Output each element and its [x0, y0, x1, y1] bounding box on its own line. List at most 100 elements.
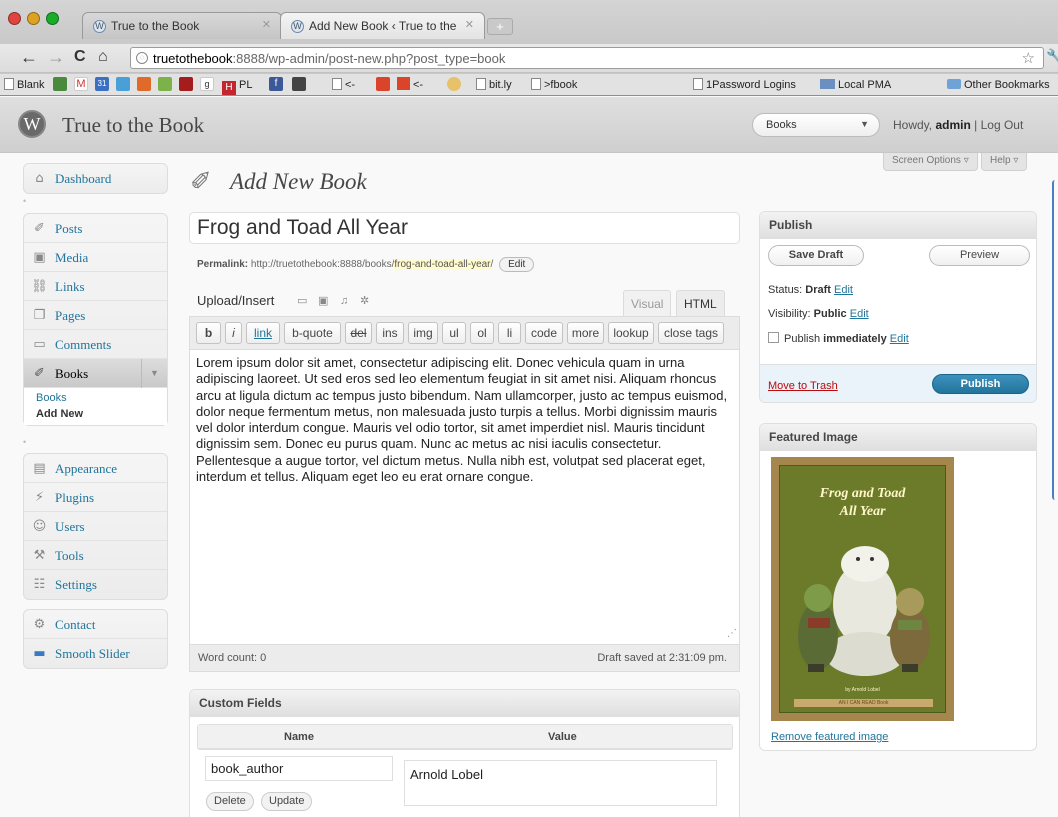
browser-tab-2[interactable]: W Add New Book ‹ True to the ✕ — [280, 12, 485, 39]
add-media-icon[interactable]: ✲ — [360, 295, 373, 307]
quicktag-img-button[interactable]: img — [408, 322, 438, 344]
forward-icon[interactable]: → — [47, 48, 65, 66]
custom-fields-title[interactable]: Custom Fields — [190, 690, 739, 717]
submenu-item-books[interactable]: Books — [24, 390, 167, 406]
menu-item-plugins[interactable]: ⚡ Plugins — [24, 483, 167, 512]
menu-item-posts[interactable]: ✐ Posts — [24, 214, 167, 243]
zoom-window-icon[interactable] — [46, 12, 59, 25]
checkbox-bookmark-icon[interactable] — [158, 77, 172, 91]
favorite-actions-dropdown[interactable]: Books ▼ — [752, 113, 880, 137]
publish-button[interactable]: Publish — [932, 374, 1029, 394]
edit-permalink-button[interactable]: Edit — [499, 257, 535, 272]
bookmark-blank[interactable]: Blank — [4, 77, 45, 93]
bookmark-fbook[interactable]: >fbook — [531, 77, 577, 93]
bookmarklet-icon[interactable] — [376, 77, 390, 91]
menu-item-comments[interactable]: ▭ Comments — [24, 330, 167, 359]
minimize-window-icon[interactable] — [27, 12, 40, 25]
featured-image-thumbnail[interactable]: Frog and Toad All Year by Arnold Lobel A… — [771, 457, 954, 721]
menu-item-appearance[interactable]: ▤ Appearance — [24, 454, 167, 483]
menu-item-dashboard[interactable]: ⌂ Dashboard — [24, 164, 167, 193]
save-draft-button[interactable]: Save Draft — [768, 245, 864, 266]
gmail-icon[interactable]: M — [74, 77, 88, 91]
resize-handle-icon[interactable]: ⋰ — [727, 626, 737, 642]
site-title[interactable]: True to the Book — [62, 113, 204, 138]
close-window-icon[interactable] — [8, 12, 21, 25]
help-tab[interactable]: Help ▿ — [981, 153, 1028, 171]
quicktag-code-button[interactable]: code — [525, 322, 563, 344]
quicktag-ul-button[interactable]: ul — [442, 322, 466, 344]
back-icon[interactable]: ← — [20, 48, 38, 66]
quicktag-more-button[interactable]: more — [567, 322, 604, 344]
edit-publish-date-link[interactable]: Edit — [890, 333, 909, 345]
menu-item-smooth-slider[interactable]: ▬ Smooth Slider — [24, 639, 167, 668]
tab-visual[interactable]: Visual — [623, 290, 672, 316]
window-scrollbar[interactable] — [1052, 180, 1058, 500]
facebook-icon[interactable]: f — [269, 77, 283, 91]
menu-item-books[interactable]: ✐ Books ▼ — [24, 359, 167, 388]
bookmarklet-icon[interactable] — [116, 77, 130, 91]
quicktag-ins-button[interactable]: ins — [376, 322, 404, 344]
quicktag-li-button[interactable]: li — [498, 322, 521, 344]
home-icon[interactable]: ⌂ — [98, 48, 108, 66]
bookmarklet-icon[interactable] — [292, 77, 306, 91]
quicktag-close-tags-button[interactable]: close tags — [658, 322, 724, 344]
update-custom-field-button[interactable]: Update — [261, 792, 313, 811]
bookmark-1password[interactable]: 1Password Logins — [693, 77, 796, 93]
tab-html[interactable]: HTML — [676, 290, 725, 316]
edit-status-link[interactable]: Edit — [834, 284, 853, 296]
add-video-icon[interactable]: ▣ — [318, 295, 331, 307]
quicktag-lookup-button[interactable]: lookup — [608, 322, 654, 344]
menu-item-tools[interactable]: ⚒ Tools — [24, 541, 167, 570]
bookmark-other[interactable]: Other Bookmarks — [947, 77, 1050, 93]
menu-item-media[interactable]: ▣ Media — [24, 243, 167, 272]
post-content-textarea[interactable]: Lorem ipsum dolor sit amet, consectetur … — [189, 349, 740, 645]
quicktag-italic-button[interactable]: i — [225, 322, 242, 344]
close-tab-icon[interactable]: ✕ — [465, 18, 474, 31]
menu-item-settings[interactable]: ☷ Settings — [24, 570, 167, 599]
quicktag-del-button[interactable]: del — [345, 322, 372, 344]
new-tab-button[interactable]: + — [487, 18, 513, 35]
post-title-input[interactable]: Frog and Toad All Year — [189, 212, 740, 244]
menu-item-contact[interactable]: ⚙ Contact — [24, 610, 167, 639]
wordpress-logo-icon[interactable]: W — [18, 110, 46, 138]
bookmarklet-icon[interactable] — [447, 77, 461, 91]
publish-box-title[interactable]: Publish — [760, 212, 1036, 239]
bookmark-bitly[interactable]: bit.ly — [476, 77, 512, 93]
username-link[interactable]: admin — [935, 118, 970, 132]
edit-visibility-link[interactable]: Edit — [850, 308, 869, 320]
bookmark-back-1[interactable]: <- — [332, 77, 355, 93]
bookmark-pl[interactable]: H PL — [222, 77, 252, 95]
bookmark-star-icon[interactable]: ☆ — [1022, 49, 1035, 67]
bookmarklet-icon[interactable] — [53, 77, 67, 91]
calendar-icon[interactable]: 31 — [95, 77, 109, 91]
add-audio-icon[interactable]: ♫ — [340, 295, 353, 307]
bookmarklet-icon[interactable]: g — [200, 77, 214, 91]
submenu-item-add-new[interactable]: Add New — [24, 406, 167, 422]
bookmark-back-2[interactable]: <- — [397, 77, 423, 93]
quicktag-ol-button[interactable]: ol — [470, 322, 494, 344]
quicktag-bold-button[interactable]: b — [196, 322, 221, 344]
close-tab-icon[interactable]: ✕ — [262, 18, 271, 31]
quicktag-blockquote-button[interactable]: b-quote — [284, 322, 341, 344]
address-bar[interactable]: ◌ truetothebook:8888/wp-admin/post-new.p… — [130, 47, 1044, 69]
delete-custom-field-button[interactable]: Delete — [206, 792, 254, 811]
screen-options-tab[interactable]: Screen Options ▿ — [883, 153, 978, 171]
submenu-toggle-icon[interactable]: ▼ — [141, 359, 167, 388]
quicktag-link-button[interactable]: link — [246, 322, 280, 344]
remove-featured-image-link[interactable]: Remove featured image — [771, 731, 888, 743]
add-image-icon[interactable]: ▭ — [297, 295, 310, 307]
permalink-slug[interactable]: frog-and-toad-all-year — [394, 259, 491, 270]
move-to-trash-link[interactable]: Move to Trash — [768, 380, 838, 392]
menu-item-links[interactable]: ⛓ Links — [24, 272, 167, 301]
menu-item-pages[interactable]: ❐ Pages — [24, 301, 167, 330]
bookmarklet-icon[interactable] — [179, 77, 193, 91]
logout-link[interactable]: Log Out — [981, 118, 1024, 132]
wrench-icon[interactable]: 🔧 — [1046, 48, 1058, 65]
bookmarklet-icon[interactable] — [137, 77, 151, 91]
preview-button[interactable]: Preview — [929, 245, 1030, 266]
custom-field-name-input[interactable]: book_author — [205, 756, 393, 781]
custom-field-value-textarea[interactable]: Arnold Lobel — [404, 760, 717, 806]
featured-image-title[interactable]: Featured Image — [760, 424, 1036, 451]
reload-icon[interactable]: C — [74, 48, 86, 66]
browser-tab-1[interactable]: W True to the Book ✕ — [82, 12, 282, 39]
